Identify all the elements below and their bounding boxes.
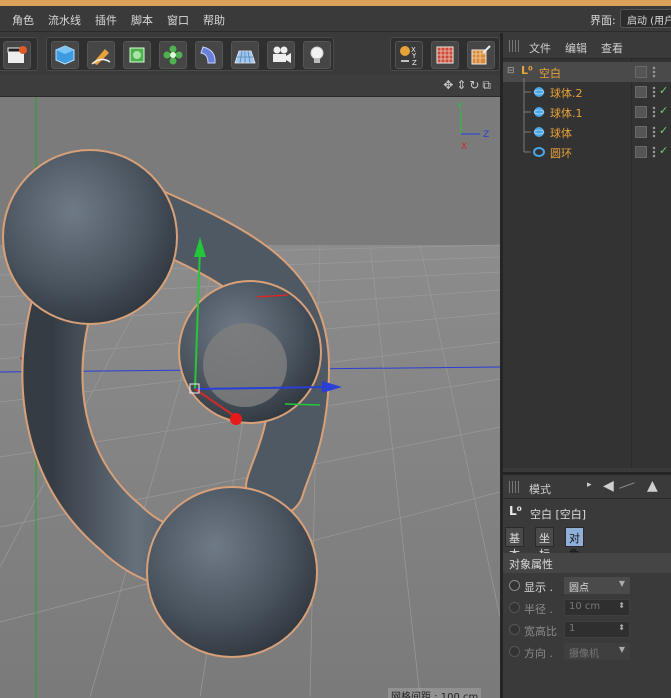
display-value: 圆点 [569,583,589,594]
main-toolbar: XYZ [0,33,500,75]
field-orientation: 方向 . 摄像机 ▼ [503,641,671,663]
svg-text:Z: Z [412,59,417,66]
attribute-object-title: 空白 [空白] [530,508,587,521]
floor-icon[interactable] [231,41,259,69]
cube-icon[interactable] [51,41,79,69]
toolbar-group-tools: XYZ [390,37,500,71]
radio-display[interactable] [509,580,520,591]
editor-visibility-icon[interactable] [635,106,647,118]
grip-icon[interactable] [509,40,521,52]
menu-bar: 角色 流水线 插件 脚本 窗口 帮助 界面: 启动 (用户) [0,6,671,32]
aspect-ratio-input[interactable]: 1 ⬍ [564,621,630,638]
viewport-header: ✥⇕↻⧉ [0,75,500,97]
grid-spacing-info: 网格间距 : 100 cm [388,688,482,698]
viewport-nav-icons[interactable]: ✥⇕↻⧉ [443,78,494,93]
axis-label-x: X [461,142,467,152]
axis-label-z: Z [483,130,489,140]
viewport-3d[interactable]: Y Z X 网格间距 : 100 cm [0,97,500,698]
menu-script[interactable]: 脚本 [131,12,153,28]
enabled-check-icon[interactable]: ✓ [659,144,668,157]
field-label: 方向 . [524,647,553,660]
render-dots-icon[interactable] [652,86,656,98]
axis-label-y: Y [456,102,463,112]
chevron-down-icon: ▼ [618,645,625,654]
tab-coord[interactable]: 坐标 [535,527,554,561]
null-icon: L⁰ [509,504,522,518]
section-object-properties: 对象属性 [503,553,671,573]
object-name: 球体 [550,127,572,140]
object-manager-header: 文件 编辑 查看 [503,33,671,59]
deformer-icon[interactable] [195,41,223,69]
editor-visibility-icon[interactable] [635,126,647,138]
aspect-ratio-value: 1 [569,623,576,634]
editor-visibility-icon[interactable] [635,86,647,98]
object-manager: 文件 编辑 查看 ⊟ L⁰ 空白 球体.2 ✓ 球体.1 ✓ 球体 ✓ 圆环 ✓ [503,33,671,468]
back-arrow-icon[interactable]: ◀ [603,478,614,494]
menu-character[interactable]: 角色 [12,12,34,28]
field-label: 半径 . [524,603,553,616]
stepper-icon: ⬍ [618,601,625,610]
light-icon[interactable] [303,41,331,69]
render-dots-icon[interactable] [652,106,656,118]
array-icon[interactable] [159,41,187,69]
object-name: 圆环 [550,147,572,160]
field-label: 宽高比 [524,625,557,638]
play-icon[interactable]: ▸ [587,480,592,490]
clapper-icon[interactable] [3,41,31,69]
scene-canvas: Y Z X [0,97,500,698]
om-menu-view[interactable]: 查看 [601,40,623,56]
pen-icon[interactable] [87,41,115,69]
subdivide-icon[interactable] [123,41,151,69]
chevron-down-icon: ▼ [618,579,625,588]
grip-icon[interactable] [509,481,521,493]
paint-icon[interactable] [467,41,495,69]
orientation-select[interactable]: 摄像机 ▼ [564,643,630,660]
attribute-title-row: L⁰ 空白 [空白] [503,503,671,521]
mode-menu[interactable]: 模式 [529,481,551,497]
tab-basic[interactable]: 基本 [505,527,524,561]
radio-orientation[interactable] [509,646,520,657]
layout-select[interactable]: 启动 (用户) [620,9,671,28]
editor-visibility-icon[interactable] [635,146,647,158]
render-dots-icon[interactable] [652,146,656,158]
stepper-icon: ⬍ [618,623,625,632]
tree-lines [523,78,531,153]
field-aspect-ratio: 宽高比 1 ⬍ [503,619,671,641]
field-display: 显示 . 圆点 ▼ [503,575,671,597]
layout-label: 界面: [590,14,616,27]
om-menu-file[interactable]: 文件 [529,40,551,56]
toolbar-group-objects [46,37,334,71]
render-dots-icon[interactable] [652,66,656,78]
enabled-check-icon[interactable]: ✓ [659,124,668,137]
attribute-manager: 模式 ▸ ◀ ▲ L⁰ 空白 [空白] 基本 坐标 对象 对象属性 显示 . 圆… [503,472,671,698]
field-radius: 半径 . 10 cm ⬍ [503,597,671,619]
radius-value: 10 cm [569,601,601,612]
enabled-check-icon[interactable]: ✓ [659,104,668,117]
menu-window[interactable]: 窗口 [167,12,189,28]
field-label: 显示 . [524,581,553,594]
tab-object[interactable]: 对象 [565,527,584,561]
menu-pipeline[interactable]: 流水线 [48,12,81,28]
history-line [619,482,635,489]
object-name: 球体.1 [550,107,583,120]
up-arrow-icon[interactable]: ▲ [647,478,658,494]
menu-plugins[interactable]: 插件 [95,12,117,28]
toolbar-group-render [0,37,38,71]
orientation-value: 摄像机 [569,649,599,660]
display-select[interactable]: 圆点 ▼ [564,577,630,594]
enabled-check-icon[interactable]: ✓ [659,84,668,97]
camera-icon[interactable] [267,41,295,69]
object-name: 球体.2 [550,87,583,100]
radio-aspect-ratio[interactable] [509,624,520,635]
radio-radius[interactable] [509,602,520,613]
texture-icon[interactable] [431,41,459,69]
om-menu-edit[interactable]: 编辑 [565,40,587,56]
attribute-manager-header: 模式 ▸ ◀ ▲ [503,475,671,499]
menu-help[interactable]: 帮助 [203,12,225,28]
editor-visibility-icon[interactable] [635,66,647,78]
axis-icon[interactable]: XYZ [395,41,423,69]
radius-input[interactable]: 10 cm ⬍ [564,599,630,616]
render-dots-icon[interactable] [652,126,656,138]
